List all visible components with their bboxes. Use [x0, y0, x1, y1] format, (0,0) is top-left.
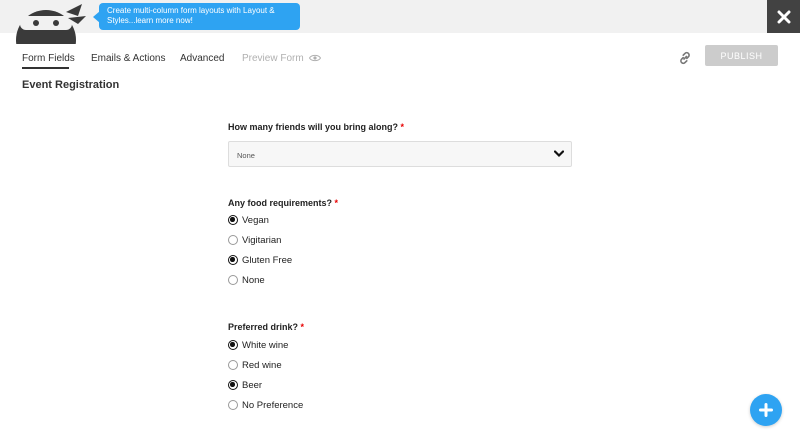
required-marker: * [400, 122, 405, 132]
radio-button[interactable] [228, 380, 238, 390]
add-field-button[interactable] [750, 394, 782, 426]
tab-preview-form[interactable]: Preview Form [242, 53, 322, 64]
drink-option-white-wine[interactable]: White wine [228, 339, 288, 351]
required-marker: * [300, 322, 305, 332]
drink-question-label: Preferred drink? * [228, 322, 304, 332]
close-icon [777, 10, 790, 23]
ninja-logo [16, 4, 86, 44]
tab-preview-form-label: Preview Form [242, 53, 304, 64]
radio-button[interactable] [228, 400, 238, 410]
radio-button[interactable] [228, 275, 238, 285]
option-label: Vigitarian [242, 234, 282, 246]
drink-question-text: Preferred drink? [228, 322, 299, 332]
option-label: Red wine [242, 359, 282, 371]
required-marker: * [334, 198, 339, 208]
radio-button[interactable] [228, 255, 238, 265]
option-label: Gluten Free [242, 254, 293, 266]
radio-button[interactable] [228, 215, 238, 225]
publish-button[interactable]: PUBLISH [705, 45, 778, 66]
tab-form-fields[interactable]: Form Fields [22, 53, 75, 64]
option-label: Beer [242, 379, 263, 391]
radio-button[interactable] [228, 235, 238, 245]
radio-button[interactable] [228, 360, 238, 370]
drink-option-red-wine[interactable]: Red wine [228, 359, 282, 371]
eye-icon [309, 55, 322, 62]
option-label: No Preference [242, 399, 304, 411]
food-option-none[interactable]: None [228, 274, 265, 286]
chevron-down-icon [554, 150, 564, 158]
tooltip-text: Create multi-column form layouts with La… [107, 6, 275, 25]
friends-question-text: How many friends will you bring along? [228, 122, 399, 132]
friends-question-label: How many friends will you bring along? * [228, 122, 404, 132]
layout-styles-tooltip[interactable]: Create multi-column form layouts with La… [99, 3, 300, 30]
food-option-vegan[interactable]: Vegan [228, 214, 269, 226]
option-label: White wine [242, 339, 289, 351]
plus-icon [759, 403, 773, 417]
food-option-gluten-free[interactable]: Gluten Free [228, 254, 292, 266]
food-question-label: Any food requirements? * [228, 198, 338, 208]
tab-emails-actions[interactable]: Emails & Actions [91, 53, 165, 64]
close-button[interactable] [767, 0, 800, 33]
tab-advanced[interactable]: Advanced [180, 53, 224, 64]
active-tab-underline [22, 67, 69, 69]
food-option-vigitarian[interactable]: Vigitarian [228, 234, 281, 246]
drink-option-no-preference[interactable]: No Preference [228, 399, 303, 411]
link-icon[interactable] [677, 50, 693, 66]
form-title: Event Registration [22, 79, 120, 91]
food-question-text: Any food requirements? [228, 198, 333, 208]
radio-button[interactable] [228, 340, 238, 350]
friends-select-value: None [237, 151, 255, 160]
friends-select[interactable]: None [228, 141, 572, 167]
drink-option-beer[interactable]: Beer [228, 379, 262, 391]
option-label: None [242, 274, 265, 286]
option-label: Vegan [242, 214, 269, 226]
